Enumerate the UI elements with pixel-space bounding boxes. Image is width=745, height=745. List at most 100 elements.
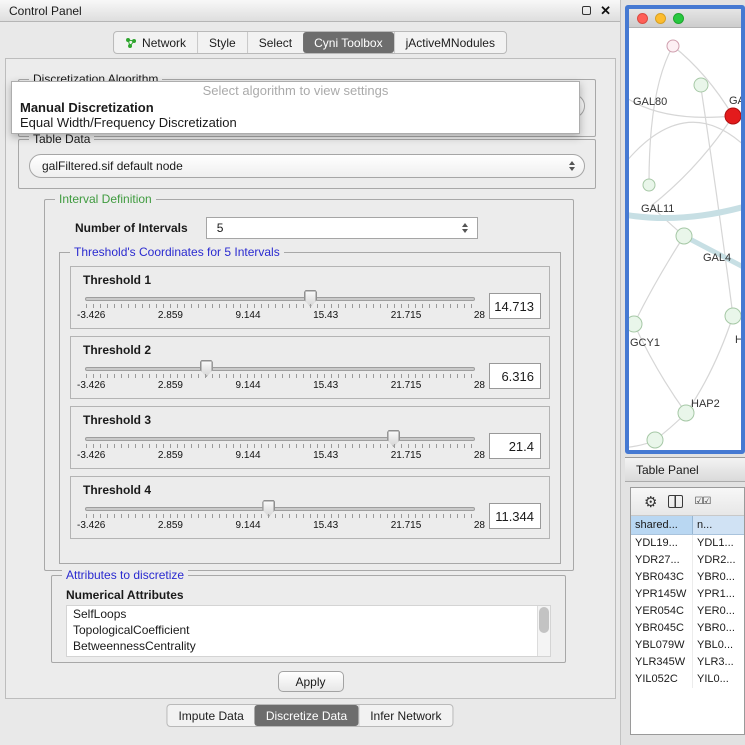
- slider-track[interactable]: [85, 437, 475, 441]
- network-node[interactable]: [643, 179, 655, 191]
- threshold-4-value-field[interactable]: 11.344: [489, 503, 541, 529]
- cell[interactable]: YBL0...: [693, 637, 744, 654]
- network-graph: GAL80 GA GAL11 GAL4 GCY1 H HAP2: [629, 28, 741, 450]
- cell[interactable]: YIL052C: [631, 671, 693, 688]
- number-of-intervals-combobox[interactable]: 5: [206, 217, 478, 239]
- network-node[interactable]: [676, 228, 692, 244]
- cell[interactable]: YER054C: [631, 603, 693, 620]
- tab-cyni-toolbox[interactable]: Cyni Toolbox: [303, 32, 393, 53]
- cell[interactable]: YBR0...: [693, 620, 744, 637]
- cell[interactable]: YBR043C: [631, 569, 693, 586]
- scale-label: 15.43: [313, 380, 338, 391]
- cell[interactable]: YDL1...: [693, 535, 744, 552]
- interval-definition-group: Interval Definition Number of Intervals …: [44, 199, 574, 571]
- table-row[interactable]: YDR27...YDR2...: [631, 552, 744, 569]
- selected-network-node[interactable]: [725, 108, 741, 124]
- scrollbar-thumb[interactable]: [539, 607, 549, 633]
- network-node[interactable]: [647, 432, 663, 448]
- scale-label: 2.859: [158, 310, 183, 321]
- column-header-shared[interactable]: shared...: [631, 516, 693, 534]
- tab-select[interactable]: Select: [247, 32, 303, 53]
- table-row[interactable]: YDL19...YDL1...: [631, 535, 744, 552]
- slider-ticks: [86, 304, 474, 308]
- group-title: Interval Definition: [55, 192, 156, 206]
- float-window-icon[interactable]: [582, 6, 591, 15]
- table-browser-window: ⚙ ☑☑ shared... n... YDL19...YDL1... YDR2…: [630, 487, 745, 735]
- cell[interactable]: YDR2...: [693, 552, 744, 569]
- network-icon: [125, 37, 137, 49]
- cell[interactable]: YBR045C: [631, 620, 693, 637]
- cell[interactable]: YIL0...: [693, 671, 744, 688]
- list-item[interactable]: BetweennessCentrality: [67, 638, 550, 654]
- dropdown-prompt[interactable]: Select algorithm to view settings: [12, 82, 579, 100]
- group-title: Table Data: [29, 132, 94, 146]
- apply-button[interactable]: Apply: [278, 671, 344, 692]
- tab-impute-data[interactable]: Impute Data: [167, 705, 254, 726]
- cell[interactable]: YER0...: [693, 603, 744, 620]
- number-of-intervals-value: 5: [217, 221, 224, 235]
- table-row[interactable]: YPR145WYPR1...: [631, 586, 744, 603]
- table-row[interactable]: YIL052CYIL0...: [631, 671, 744, 688]
- scale-label: 21.715: [391, 520, 422, 531]
- network-node[interactable]: [629, 316, 642, 332]
- node-label: GAL80: [633, 96, 667, 108]
- zoom-traffic-light-icon[interactable]: [673, 13, 684, 24]
- threshold-2-slider[interactable]: -3.4262.8599.14415.4321.71528: [85, 358, 475, 394]
- slider-track[interactable]: [85, 367, 475, 371]
- table-row[interactable]: YBL079WYBL0...: [631, 637, 744, 654]
- slider-track[interactable]: [85, 297, 475, 301]
- scale-label: 28: [474, 450, 485, 461]
- table-panel-titlebar: Table Panel: [625, 457, 745, 482]
- table-row[interactable]: YLR345WYLR3...: [631, 654, 744, 671]
- tab-discretize-data[interactable]: Discretize Data: [255, 705, 358, 726]
- cell[interactable]: YDR27...: [631, 552, 693, 569]
- slider-scale: -3.4262.8599.14415.4321.71528: [77, 450, 485, 461]
- slider-track[interactable]: [85, 507, 475, 511]
- network-view-window[interactable]: GAL80 GA GAL11 GAL4 GCY1 H HAP2: [625, 5, 745, 454]
- cell[interactable]: YDL19...: [631, 535, 693, 552]
- table-data-group: Table Data galFiltered.sif default node: [18, 139, 596, 189]
- threshold-3-value-field[interactable]: 21.4: [489, 433, 541, 459]
- cell[interactable]: YLR3...: [693, 654, 744, 671]
- cell[interactable]: YPR1...: [693, 586, 744, 603]
- scale-label: 9.144: [236, 310, 261, 321]
- minimize-traffic-light-icon[interactable]: [655, 13, 666, 24]
- cell[interactable]: YBR0...: [693, 569, 744, 586]
- cell[interactable]: YBL079W: [631, 637, 693, 654]
- columns-icon[interactable]: [668, 495, 683, 508]
- threshold-2-value-field[interactable]: 6.316: [489, 363, 541, 389]
- list-item[interactable]: TopologicalCoefficient: [67, 622, 550, 638]
- tab-jactivemnodules[interactable]: jActiveMNodules: [394, 32, 506, 53]
- cell[interactable]: YLR345W: [631, 654, 693, 671]
- network-node[interactable]: [694, 78, 708, 92]
- tab-label: Discretize Data: [266, 709, 347, 723]
- list-item[interactable]: SelfLoops: [67, 606, 550, 622]
- table-row[interactable]: YBR045CYBR0...: [631, 620, 744, 637]
- numerical-attributes-list[interactable]: SelfLoops TopologicalCoefficient Between…: [66, 605, 551, 657]
- threshold-panel-1: Threshold 1 -3.4262.8599.14415.4321.7152…: [70, 266, 550, 329]
- network-canvas[interactable]: GAL80 GA GAL11 GAL4 GCY1 H HAP2: [629, 28, 741, 450]
- tab-style[interactable]: Style: [197, 32, 247, 53]
- threshold-4-slider[interactable]: -3.4262.8599.14415.4321.71528: [85, 498, 475, 534]
- tab-label: Network: [142, 36, 186, 50]
- close-traffic-light-icon[interactable]: [637, 13, 648, 24]
- slider-scale: -3.4262.8599.14415.4321.71528: [77, 310, 485, 321]
- table-row[interactable]: YBR043CYBR0...: [631, 569, 744, 586]
- network-node[interactable]: [667, 40, 679, 52]
- network-node[interactable]: [725, 308, 741, 324]
- cell[interactable]: YPR145W: [631, 586, 693, 603]
- dropdown-item-equal-width-frequency[interactable]: Equal Width/Frequency Discretization: [12, 115, 579, 130]
- threshold-1-value-field[interactable]: 14.713: [489, 293, 541, 319]
- close-icon[interactable]: ✕: [600, 4, 611, 17]
- scrollbar[interactable]: [537, 606, 550, 656]
- gear-icon[interactable]: ⚙: [644, 493, 657, 511]
- dropdown-item-manual-discretization[interactable]: Manual Discretization: [12, 100, 579, 115]
- table-row[interactable]: YER054CYER0...: [631, 603, 744, 620]
- table-data-combobox[interactable]: galFiltered.sif default node: [29, 154, 585, 178]
- column-header-name[interactable]: n...: [693, 516, 744, 534]
- threshold-1-slider[interactable]: -3.4262.8599.14415.4321.71528: [85, 288, 475, 324]
- tab-infer-network[interactable]: Infer Network: [358, 705, 452, 726]
- tab-network[interactable]: Network: [114, 32, 197, 53]
- threshold-3-slider[interactable]: -3.4262.8599.14415.4321.71528: [85, 428, 475, 464]
- select-columns-icon[interactable]: ☑☑: [694, 496, 710, 507]
